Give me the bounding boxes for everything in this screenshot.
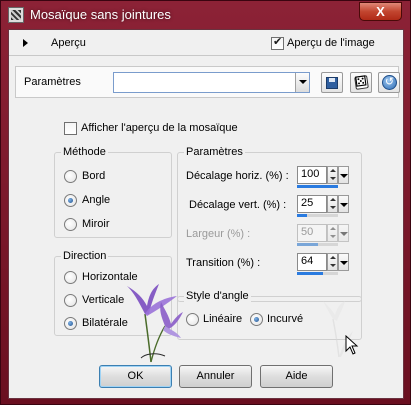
params-group-title: Paramètres xyxy=(184,146,245,158)
save-preset-button[interactable] xyxy=(321,72,343,93)
presets-row: Paramètres ↺ xyxy=(15,66,400,98)
offset-vert-spin[interactable] xyxy=(327,195,338,213)
direction-label-verticale[interactable]: Verticale xyxy=(82,294,124,306)
method-group-title: Méthode xyxy=(61,146,108,158)
width-slider xyxy=(297,243,338,246)
help-button[interactable]: Aide xyxy=(260,365,333,388)
direction-group-title: Direction xyxy=(61,250,109,262)
method-label-miroir[interactable]: Miroir xyxy=(82,218,110,230)
close-button[interactable]: X xyxy=(359,2,402,21)
method-label-bord[interactable]: Bord xyxy=(82,170,105,182)
dialog-window: Mosaïque sans jointures X Aperçu Aperçu … xyxy=(0,0,411,405)
show-mosaic-label[interactable]: Afficher l'aperçu de la mosaïque xyxy=(81,122,238,134)
dice-icon xyxy=(354,75,369,90)
transition-input[interactable]: 64 xyxy=(297,253,327,271)
transition-stepper[interactable]: 64 xyxy=(297,253,353,275)
corner-label-incurve[interactable]: Incurvé xyxy=(267,313,303,325)
save-icon xyxy=(326,77,338,89)
width-spin xyxy=(327,224,338,242)
offset-vert-label: Décalage vert. (%) : xyxy=(189,199,287,211)
width-label: Largeur (%) : xyxy=(186,228,251,240)
offset-vert-slider[interactable] xyxy=(297,214,338,217)
expand-arrow-icon[interactable] xyxy=(23,39,28,47)
width-stepper: 50 xyxy=(297,224,353,246)
direction-radio-horizontale[interactable] xyxy=(64,271,77,284)
window-title: Mosaïque sans jointures xyxy=(30,7,171,22)
presets-label: Paramètres xyxy=(24,76,81,88)
direction-radio-bilaterale[interactable] xyxy=(64,317,77,330)
offset-vert-stepper[interactable]: 25 xyxy=(297,195,353,217)
presets-dropdown-button[interactable] xyxy=(295,73,309,92)
params-group: Paramètres Décalage horiz. (%) : 100 Déc… xyxy=(177,146,362,302)
randomize-button[interactable] xyxy=(350,72,372,93)
method-radio-angle[interactable] xyxy=(64,194,77,207)
offset-horiz-spin[interactable] xyxy=(327,166,338,184)
show-mosaic-checkbox[interactable] xyxy=(64,122,77,135)
offset-horiz-dropdown[interactable] xyxy=(338,166,349,184)
transition-spin[interactable] xyxy=(327,253,338,271)
presets-combo[interactable] xyxy=(113,72,310,93)
cancel-button[interactable]: Annuler xyxy=(179,365,252,388)
offset-vert-input[interactable]: 25 xyxy=(297,195,327,213)
direction-label-horizontale[interactable]: Horizontale xyxy=(82,271,138,283)
flower-decoration xyxy=(127,284,183,363)
corner-style-group-title: Style d'angle xyxy=(184,290,251,302)
mouse-cursor-icon xyxy=(345,335,359,355)
show-image-label[interactable]: Aperçu de l'image xyxy=(287,37,375,49)
preview-strip: Aperçu Aperçu de l'image xyxy=(9,30,403,56)
width-input: 50 xyxy=(297,224,327,242)
offset-horiz-slider[interactable] xyxy=(297,185,338,188)
app-icon xyxy=(8,7,24,23)
method-radio-bord[interactable] xyxy=(64,170,77,183)
transition-label: Transition (%) : xyxy=(186,257,261,269)
method-group: Méthode Bord Angle Miroir xyxy=(54,146,172,238)
show-image-checkbox[interactable] xyxy=(271,35,284,50)
title-bar[interactable]: Mosaïque sans jointures X xyxy=(1,1,410,29)
preview-toggle-label[interactable]: Aperçu xyxy=(51,37,86,49)
transition-slider[interactable] xyxy=(297,272,338,275)
ok-button[interactable]: OK xyxy=(99,365,172,388)
width-dropdown xyxy=(338,224,349,242)
reset-icon: ↺ xyxy=(382,75,397,90)
reset-button[interactable]: ↺ xyxy=(378,72,400,93)
direction-radio-verticale[interactable] xyxy=(64,294,77,307)
offset-horiz-label: Décalage horiz. (%) : xyxy=(186,170,289,182)
offset-vert-dropdown[interactable] xyxy=(338,195,349,213)
offset-horiz-stepper[interactable]: 100 xyxy=(297,166,353,188)
corner-label-lineaire[interactable]: Linéaire xyxy=(203,313,242,325)
transition-dropdown[interactable] xyxy=(338,253,349,271)
corner-radio-lineaire[interactable] xyxy=(186,313,199,326)
corner-radio-incurve[interactable] xyxy=(250,313,263,326)
method-radio-miroir[interactable] xyxy=(64,218,77,231)
method-label-angle[interactable]: Angle xyxy=(82,194,110,206)
offset-horiz-input[interactable]: 100 xyxy=(297,166,327,184)
